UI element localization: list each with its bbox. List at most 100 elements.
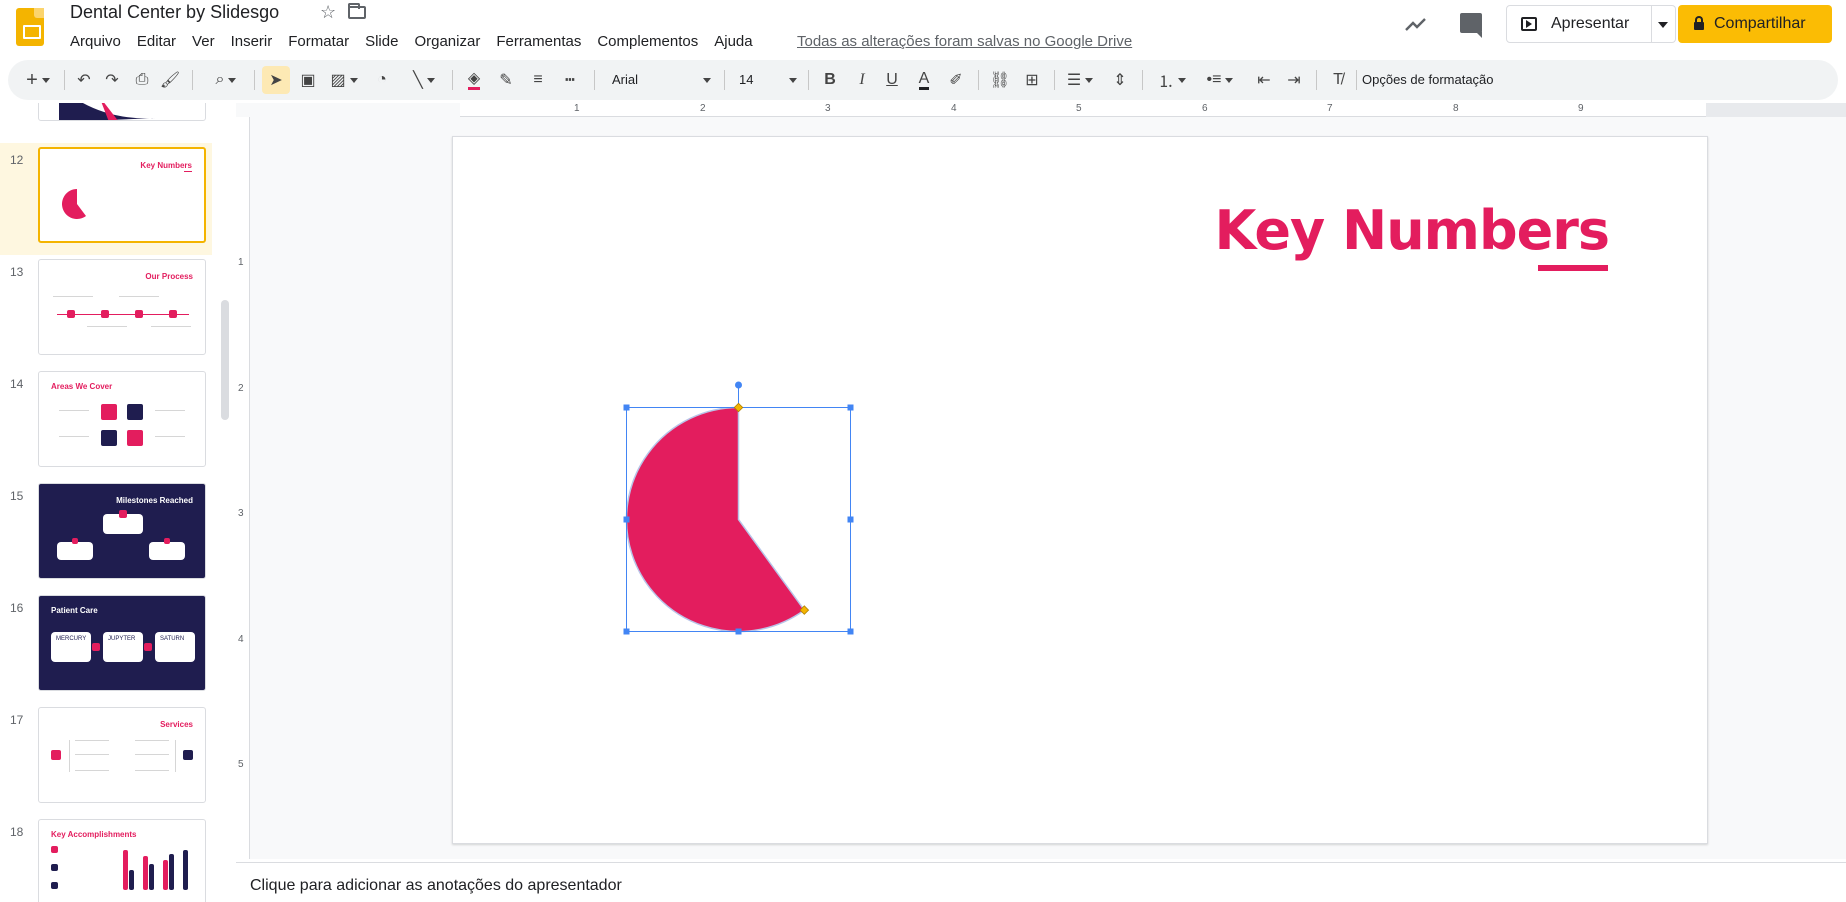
thumb-title: Key Numbers	[140, 161, 192, 170]
shape-layer	[623, 381, 854, 635]
menu-ver[interactable]: Ver	[184, 33, 223, 51]
resize-handle-bl[interactable]	[623, 628, 630, 635]
line-spacing-icon[interactable]: ⇕	[1106, 60, 1134, 100]
increase-indent-icon[interactable]: ⇥	[1280, 60, 1308, 100]
speaker-notes-placeholder[interactable]: Clique para adicionar as anotações do ap…	[250, 877, 622, 895]
pie-shape[interactable]	[625, 406, 806, 633]
insert-image-icon[interactable]: ▨	[326, 60, 362, 100]
border-color-icon[interactable]: ✎	[492, 60, 520, 100]
share-label: Compartilhar	[1714, 15, 1806, 32]
slide-thumbnail-16[interactable]: 16 Patient Care MERCURY JUPYTER SATURN	[0, 591, 212, 703]
present-options-dropdown[interactable]	[1652, 5, 1676, 43]
present-button[interactable]: Apresentar	[1506, 5, 1652, 43]
slide-thumbnail-11[interactable]	[0, 103, 212, 133]
resize-handle-tl[interactable]	[623, 404, 630, 411]
slide-filmstrip: 12 Key Numbers 13 Our Process 14 Areas W…	[0, 103, 236, 902]
activity-trend-icon[interactable]	[1404, 14, 1428, 34]
fill-color-icon[interactable]: ◈	[460, 60, 488, 100]
slide-thumbnail-15[interactable]: 15 Milestones Reached	[0, 479, 212, 591]
thumb-title: Key Accomplishments	[51, 830, 137, 839]
save-status-link[interactable]: Todas as alterações foram salvas no Goog…	[797, 33, 1132, 50]
clear-formatting-icon[interactable]: T̸	[1324, 60, 1352, 100]
menu-complementos[interactable]: Complementos	[589, 33, 706, 51]
ruler-label: 3	[825, 103, 831, 114]
bold-icon[interactable]: B	[816, 60, 844, 100]
app-header: Dental Center by Slidesgo ☆ Arquivo Edit…	[0, 0, 1846, 56]
thumb-title: Milestones Reached	[116, 496, 193, 505]
formatting-toolbar: + ↶ ↷ ⎙ 🖌 ⌕ ➤ ▣ ▨ ◔ ╲ ◈ ✎ ≡ ┅ Arial 14 B…	[8, 60, 1838, 100]
border-weight-icon[interactable]: ≡	[524, 60, 552, 100]
text-box-icon[interactable]: ▣	[294, 60, 322, 100]
ruler-label: 5	[1076, 103, 1082, 114]
filmstrip-scrollbar[interactable]	[221, 300, 229, 420]
horizontal-ruler[interactable]: 1 2 3 4 5 6 7 8 9	[460, 103, 1706, 117]
print-icon[interactable]: ⎙	[128, 60, 156, 100]
slide-thumbnail-17[interactable]: 17 Services	[0, 703, 212, 815]
move-folder-icon[interactable]	[348, 3, 366, 19]
thumb-title: Areas We Cover	[51, 382, 113, 391]
font-size-dropdown-icon[interactable]	[784, 60, 798, 100]
thumb-text: MERCURY	[56, 636, 87, 642]
vertical-ruler[interactable]: 1 2 3 4 5	[236, 117, 250, 859]
font-family-select[interactable]: Arial	[612, 60, 638, 100]
line-icon[interactable]: ╲	[402, 60, 446, 100]
document-title[interactable]: Dental Center by Slidesgo	[70, 2, 279, 23]
new-slide-plus-icon[interactable]: +	[18, 60, 58, 100]
menu-bar: Arquivo Editar Ver Inserir Formatar Slid…	[62, 33, 761, 51]
menu-formatar[interactable]: Formatar	[280, 33, 357, 51]
slides-logo-icon[interactable]	[16, 8, 44, 46]
resize-handle-br[interactable]	[847, 628, 854, 635]
thumb-text: SATURN	[160, 636, 185, 642]
slide-canvas[interactable]: Key Numbers	[452, 136, 1708, 844]
slide-number: 13	[10, 265, 24, 279]
thumb-title: Services	[160, 720, 193, 729]
slide-thumbnail-18[interactable]: 18 Key Accomplishments	[0, 815, 212, 902]
menu-ferramentas[interactable]: Ferramentas	[488, 33, 589, 51]
add-comment-icon[interactable]: ⊞	[1018, 60, 1046, 100]
underline-icon[interactable]: U	[878, 60, 906, 100]
resize-handle-bm[interactable]	[735, 628, 742, 635]
undo-icon[interactable]: ↶	[70, 60, 98, 100]
border-dash-icon[interactable]: ┅	[556, 60, 584, 100]
resize-handle-mr[interactable]	[847, 516, 854, 523]
comments-icon[interactable]	[1460, 13, 1482, 38]
italic-icon[interactable]: I	[848, 60, 876, 100]
ruler-label: 2	[238, 383, 244, 394]
slide-thumbnail-12[interactable]: 12 Key Numbers	[0, 143, 212, 255]
menu-ajuda[interactable]: Ajuda	[706, 33, 760, 51]
ruler-label: 2	[700, 103, 706, 114]
slide-thumbnail-14[interactable]: 14 Areas We Cover	[0, 367, 212, 479]
font-family-dropdown-icon[interactable]	[698, 60, 712, 100]
menu-inserir[interactable]: Inserir	[223, 33, 281, 51]
bulleted-list-icon[interactable]: •≡	[1198, 60, 1242, 100]
speaker-notes-panel[interactable]: Clique para adicionar as anotações do ap…	[236, 862, 1846, 902]
thumb-text: JUPYTER	[108, 636, 136, 642]
decrease-indent-icon[interactable]: ⇤	[1250, 60, 1278, 100]
numbered-list-icon[interactable]: ⒈	[1150, 60, 1194, 100]
menu-organizar[interactable]: Organizar	[406, 33, 488, 51]
star-icon[interactable]: ☆	[320, 2, 336, 23]
menu-slide[interactable]: Slide	[357, 33, 406, 51]
resize-handle-ml[interactable]	[623, 516, 630, 523]
format-options-button[interactable]: Opções de formatação	[1362, 60, 1494, 100]
resize-handle-tr[interactable]	[847, 404, 854, 411]
font-size-select[interactable]: 14	[739, 60, 753, 100]
insert-link-icon[interactable]: ⛓	[986, 60, 1014, 100]
align-icon[interactable]: ☰	[1060, 60, 1100, 100]
slide-number: 16	[10, 601, 24, 615]
zoom-icon[interactable]: ⌕	[204, 60, 248, 100]
highlight-icon[interactable]: ✐	[942, 60, 970, 100]
share-button[interactable]: Compartilhar	[1678, 5, 1832, 43]
menu-arquivo[interactable]: Arquivo	[62, 33, 129, 51]
redo-icon[interactable]: ↷	[98, 60, 126, 100]
lock-icon	[1694, 16, 1704, 30]
text-color-icon[interactable]: A	[910, 60, 938, 100]
rotate-handle[interactable]	[735, 381, 742, 389]
select-cursor-icon[interactable]: ➤	[262, 66, 290, 94]
ruler-label: 4	[951, 103, 957, 114]
ruler-label: 6	[1202, 103, 1208, 114]
paint-format-icon[interactable]: 🖌	[156, 60, 184, 100]
shape-icon[interactable]: ◔	[368, 60, 396, 100]
slide-thumbnail-13[interactable]: 13 Our Process	[0, 255, 212, 367]
menu-editar[interactable]: Editar	[129, 33, 184, 51]
